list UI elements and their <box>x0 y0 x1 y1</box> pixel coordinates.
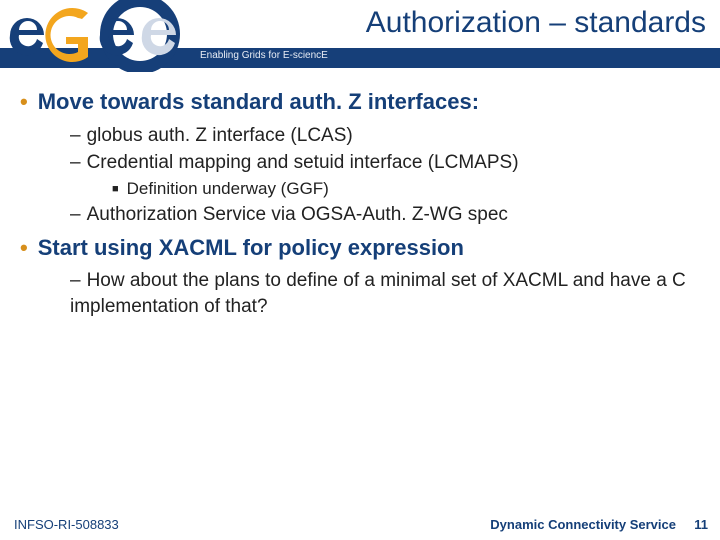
footer-right: Dynamic Connectivity Service <box>490 517 676 532</box>
dash-icon: – <box>70 152 81 173</box>
dash-icon: – <box>70 125 81 146</box>
bullet-1: • Move towards standard auth. Z interface… <box>20 88 700 117</box>
dash-icon: – <box>70 270 81 291</box>
bullet-1b1-text: Definition underway (GGF) <box>127 179 329 198</box>
content: • Move towards standard auth. Z interface… <box>20 82 700 321</box>
bullet-1-text: Move towards standard auth. Z interfaces… <box>38 89 479 114</box>
footer-left: INFSO-RI-508833 <box>14 517 119 532</box>
bullet-dot-icon: • <box>20 235 28 260</box>
slide-title: Authorization – standards <box>366 6 706 40</box>
bullet-2: • Start using XACML for policy expression <box>20 234 700 263</box>
footer: INFSO-RI-508833 Dynamic Connectivity Ser… <box>0 512 720 540</box>
page-number: 11 <box>694 517 708 532</box>
tagline: Enabling Grids for E-sciencE <box>200 50 328 61</box>
bullet-1b1: ■ Definition underway (GGF) <box>112 178 700 200</box>
slide: Authorization – standards Enabling Grids… <box>0 0 720 540</box>
bullet-1c: –Authorization Service via OGSA-Auth. Z-… <box>70 202 700 228</box>
bullet-2-text: Start using XACML for policy expression <box>38 235 464 260</box>
bullet-dot-icon: • <box>20 89 28 114</box>
bullet-1a-text: globus auth. Z interface (LCAS) <box>87 125 353 146</box>
square-bullet-icon: ■ <box>112 183 119 195</box>
bullet-1b-text: Credential mapping and setuid interface … <box>87 152 519 173</box>
dash-icon: – <box>70 204 81 225</box>
bullet-2a: –How about the plans to define of a mini… <box>70 268 700 319</box>
egee-logo <box>0 0 195 72</box>
bullet-1c-text: Authorization Service via OGSA-Auth. Z-W… <box>87 204 508 225</box>
bullet-1b: –Credential mapping and setuid interface… <box>70 150 700 176</box>
bullet-2a-text: How about the plans to define of a minim… <box>70 270 686 317</box>
bullet-1a: –globus auth. Z interface (LCAS) <box>70 123 700 149</box>
